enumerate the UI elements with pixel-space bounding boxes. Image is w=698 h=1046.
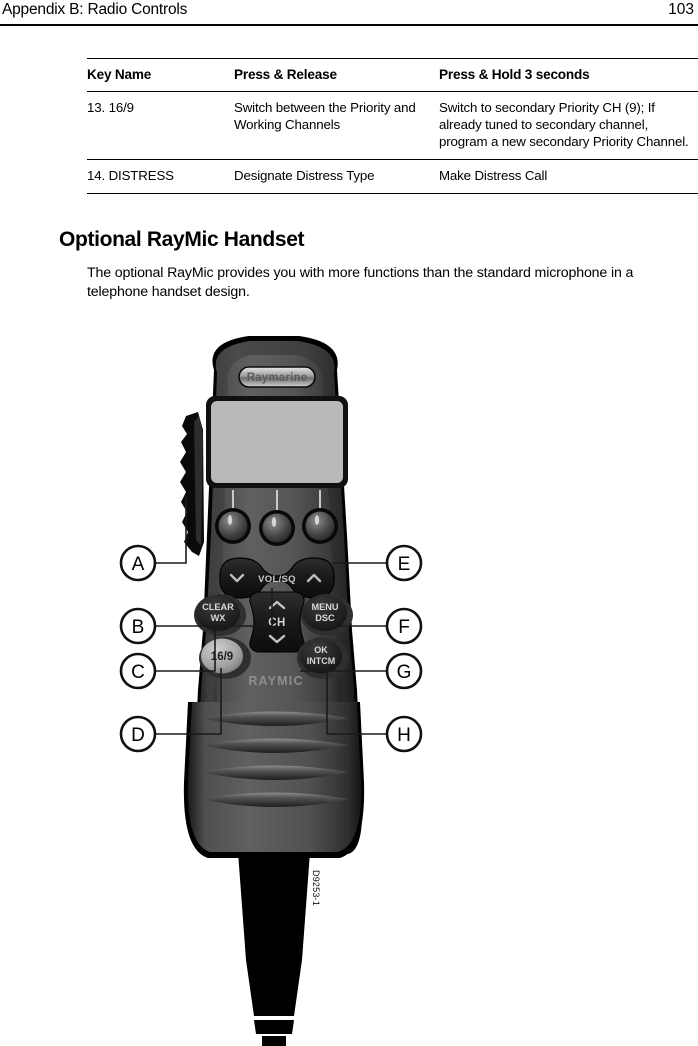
cell-key-name: 13. 16/9 xyxy=(87,91,234,161)
menu-dsc-label-line2: DSC xyxy=(315,613,335,623)
callout-d-label: D xyxy=(131,725,145,746)
strain-relief-rib-2 xyxy=(254,1020,294,1034)
clear-wx-label-line1: CLEAR xyxy=(202,602,234,612)
lcd-display xyxy=(206,396,348,488)
cell-key-name: 14. DISTRESS xyxy=(87,159,234,195)
vol-sq-label: VOL/SQ xyxy=(258,574,296,585)
callout-e: E xyxy=(385,544,423,582)
callout-a: A xyxy=(119,544,157,582)
raymarine-badge: Raymarine xyxy=(238,366,316,388)
clear-wx-button[interactable]: CLEAR WX xyxy=(194,594,246,636)
callout-c-label: C xyxy=(131,662,145,683)
sixteen-nine-button[interactable]: 16/9 xyxy=(199,637,251,679)
header-rule xyxy=(0,24,698,26)
cable-boot xyxy=(238,852,310,1002)
soft-key-1-cap[interactable] xyxy=(218,511,248,541)
ptt-button[interactable] xyxy=(180,412,204,556)
figure-reference-id: D9253-1 xyxy=(311,870,321,906)
callout-e-label: E xyxy=(398,554,411,575)
callout-c: C xyxy=(119,652,157,690)
radio-controls-table: Key Name Press & Release Press & Hold 3 … xyxy=(87,58,698,195)
callout-h-label: H xyxy=(397,725,411,746)
page-header: Appendix B: Radio Controls 103 xyxy=(0,0,698,26)
section-heading: Optional RayMic Handset xyxy=(59,228,305,251)
lcd-screen xyxy=(211,401,343,483)
clear-wx-label-line2: WX xyxy=(211,613,227,623)
table-header-row: Key Name Press & Release Press & Hold 3 … xyxy=(87,58,698,92)
soft-key-1[interactable] xyxy=(215,508,251,544)
section-body-text: The optional RayMic provides you with mo… xyxy=(87,265,634,301)
soft-key-3[interactable] xyxy=(302,508,338,544)
soft-key-2-glint xyxy=(271,517,277,527)
header-title: Appendix B: Radio Controls xyxy=(2,1,188,18)
callout-d: D xyxy=(119,715,157,753)
handset-lower-body xyxy=(183,702,365,858)
callout-a-label: A xyxy=(132,554,145,575)
ch-rocker[interactable]: CH xyxy=(249,591,305,653)
raymic-wordmark: RAYMIC xyxy=(248,674,303,688)
table-header: Key Name Press & Release Press & Hold 3 … xyxy=(87,58,698,92)
soft-key-3-cap[interactable] xyxy=(305,511,335,541)
ok-intcm-label-line2: INTCM xyxy=(307,656,336,666)
cable-lead xyxy=(262,1036,286,1046)
table-row: 13. 16/9 Switch between the Priority and… xyxy=(87,91,698,161)
page-number: 103 xyxy=(668,1,694,18)
table-row: 14. DISTRESS Designate Distress Type Mak… xyxy=(87,159,698,195)
column-header-press-hold: Press & Hold 3 seconds xyxy=(439,58,698,92)
callout-f-label: F xyxy=(398,617,410,638)
strain-relief-rib-1 xyxy=(252,1002,296,1016)
cell-press-release: Designate Distress Type xyxy=(234,159,439,195)
soft-key-1-glint xyxy=(227,515,233,525)
callout-b: B xyxy=(119,607,157,645)
callout-b-label: B xyxy=(132,617,145,638)
leader-line-a xyxy=(156,497,187,564)
callout-h: H xyxy=(385,715,423,753)
ok-intcm-button[interactable]: OK INTCM xyxy=(297,637,349,679)
column-header-key-name: Key Name xyxy=(87,58,234,92)
menu-dsc-label-line1: MENU xyxy=(311,602,338,612)
cell-press-release: Switch between the Priority and Working … xyxy=(234,91,439,161)
raymic-handset-figure: Raymarine VOL/SQ CLEAR WX MENU DSC CH 16… xyxy=(0,330,698,1046)
callout-g: G xyxy=(385,652,423,690)
cell-press-hold: Make Distress Call xyxy=(439,159,698,195)
ok-intcm-label-line1: OK xyxy=(314,645,328,655)
soft-key-2[interactable] xyxy=(259,510,295,546)
table-body: 13. 16/9 Switch between the Priority and… xyxy=(87,91,698,195)
column-header-press-release: Press & Release xyxy=(234,58,439,92)
callout-f: F xyxy=(385,607,423,645)
badge-label: Raymarine xyxy=(247,372,308,384)
handset-cable xyxy=(238,852,310,1046)
soft-key-3-glint xyxy=(314,515,320,525)
handset-illustration: Raymarine VOL/SQ CLEAR WX MENU DSC CH 16… xyxy=(119,336,423,1046)
callout-g-label: G xyxy=(397,662,412,683)
sixteen-nine-label: 16/9 xyxy=(211,651,233,663)
cell-press-hold: Switch to secondary Priority CH (9); If … xyxy=(439,91,698,161)
soft-key-2-cap[interactable] xyxy=(262,513,292,543)
soft-keys-row[interactable] xyxy=(215,508,338,546)
ch-label: CH xyxy=(268,617,285,629)
